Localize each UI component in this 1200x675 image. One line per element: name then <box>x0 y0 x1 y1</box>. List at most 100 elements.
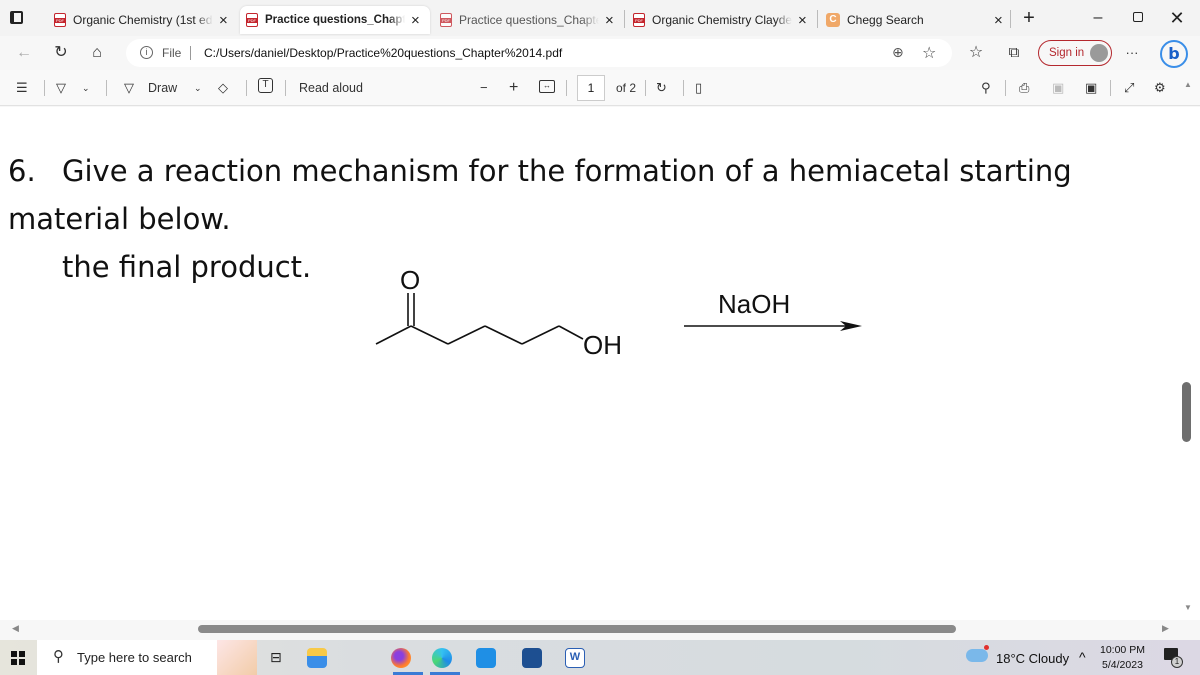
search-highlight-image <box>217 640 257 675</box>
rotate-icon[interactable]: ↻ <box>656 79 667 97</box>
minimize-button[interactable]: – <box>1088 8 1108 28</box>
tab-chegg-search[interactable]: C Chegg Search × <box>820 6 1010 34</box>
home-button[interactable]: ⌂ <box>87 44 107 62</box>
new-tab-button[interactable]: + <box>1019 8 1039 28</box>
bond-c4-c5 <box>484 325 523 345</box>
word-icon[interactable]: W <box>565 648 585 668</box>
tab-practice-questions[interactable]: Practice questions_Chapter 1 × <box>434 6 624 34</box>
system-clock[interactable]: 10:00 PM 5/4/2023 <box>1100 643 1145 673</box>
more-menu-button[interactable]: ··· <box>1122 44 1142 62</box>
reaction-arrow <box>684 321 862 331</box>
close-window-button[interactable]: ✕ <box>1167 8 1187 28</box>
collections-icon[interactable]: ⧉ <box>1004 44 1024 62</box>
pdf-toolbar: ☰ ▽ ⌄ ▽ Draw ⌄ ◇ T Read aloud − + ↔ 1 of… <box>0 70 1200 106</box>
show-hidden-icons-button[interactable]: ^ <box>1079 649 1086 665</box>
toolbar-divider <box>246 80 247 96</box>
restore-button[interactable] <box>1128 8 1148 28</box>
toolbar-divider <box>1005 80 1006 96</box>
workspaces-icon[interactable] <box>10 11 23 24</box>
close-tab-icon[interactable]: × <box>798 13 807 28</box>
page-number-input[interactable]: 1 <box>577 75 605 101</box>
search-icon[interactable]: ⚲ <box>981 79 991 97</box>
hydroxyl-label: OH <box>583 330 622 360</box>
fit-width-icon[interactable]: ↔ <box>539 80 555 93</box>
zoom-icon[interactable]: ⊕ <box>892 44 904 61</box>
clock-date: 5/4/2023 <box>1102 659 1143 671</box>
fullscreen-icon[interactable]: ⤢ <box>1124 79 1134 97</box>
pdf-icon <box>633 13 645 27</box>
windows-start-icon[interactable] <box>11 651 25 665</box>
horizontal-scrollbar[interactable]: ◀ ▶ <box>0 620 1200 637</box>
edge-icon[interactable] <box>432 648 452 668</box>
refresh-button[interactable]: ↻ <box>51 44 71 62</box>
task-view-icon[interactable]: ⊟ <box>270 649 282 666</box>
zoom-out-button[interactable]: − <box>480 79 488 97</box>
tab-divider <box>1010 10 1011 28</box>
molecule-skeleton <box>375 293 584 345</box>
weather-alert-dot <box>984 645 989 650</box>
close-tab-icon[interactable]: × <box>411 13 420 28</box>
scroll-left-arrow[interactable]: ◀ <box>12 623 19 634</box>
url-text[interactable]: C:/Users/daniel/Desktop/Practice%20quest… <box>204 46 562 60</box>
reaction-scheme <box>375 293 862 345</box>
tab-organic-chemistry-clayden[interactable]: Organic Chemistry Clayden S × <box>627 6 817 34</box>
add-favorite-icon[interactable]: ☆ <box>922 43 936 63</box>
add-text-icon[interactable]: T <box>258 78 273 93</box>
file-explorer-icon[interactable] <box>307 648 327 668</box>
pdf-icon <box>440 13 452 27</box>
bond-c3-c4 <box>447 325 486 345</box>
bond-c5-c6 <box>521 325 560 345</box>
avatar <box>1090 44 1108 62</box>
settings-icon[interactable]: ⚙ <box>1154 79 1166 97</box>
toolbar-divider <box>683 80 684 96</box>
tab-divider <box>624 10 625 28</box>
tab-practice-questions-active[interactable]: Practice questions_Chapter 1 × <box>240 6 430 34</box>
windows-taskbar: ⚲ Type here to search ⊟ W 18°C Cloudy ^ … <box>0 640 1200 675</box>
horizontal-scrollbar-thumb[interactable] <box>198 625 956 633</box>
url-divider <box>190 46 191 60</box>
zoom-in-button[interactable]: + <box>509 79 518 97</box>
weather-cloud-icon[interactable] <box>966 649 988 662</box>
highlight-icon[interactable]: ▽ <box>56 79 66 97</box>
pdf-page: 6. Give a reaction mechanism for the form… <box>0 107 1200 620</box>
sign-in-button[interactable]: Sign in <box>1038 40 1112 66</box>
mail-icon[interactable] <box>476 648 496 668</box>
toolbar-divider <box>44 80 45 96</box>
favorites-icon[interactable]: ☆ <box>966 44 986 62</box>
address-field[interactable]: i File C:/Users/daniel/Desktop/Practice%… <box>126 39 952 67</box>
reagent-label: NaOH <box>718 289 791 319</box>
weather-text[interactable]: 18°C Cloudy <box>996 651 1069 666</box>
microsoft-store-icon[interactable] <box>522 648 542 668</box>
page-view-icon[interactable]: ▯ <box>695 79 702 97</box>
bond-c2-c3 <box>410 325 449 345</box>
save-as-icon[interactable]: ▣ <box>1085 79 1097 97</box>
chegg-icon: C <box>826 13 840 27</box>
vertical-scrollbar-thumb[interactable] <box>1182 382 1191 442</box>
firefox-icon[interactable] <box>391 648 411 668</box>
print-icon[interactable]: ⎙ <box>1019 79 1029 97</box>
bond-c-oh <box>558 325 584 340</box>
draw-icon[interactable]: ▽ <box>124 79 134 97</box>
info-icon[interactable]: i <box>140 46 153 59</box>
read-aloud-button[interactable]: Read aloud <box>299 79 363 97</box>
draw-button[interactable]: Draw <box>148 79 177 97</box>
tab-organic-chemistry[interactable]: Organic Chemistry (1st editio × <box>48 6 238 34</box>
toolbar-divider <box>285 80 286 96</box>
scroll-up-arrow[interactable]: ▲ <box>1184 76 1192 94</box>
bing-copilot-icon[interactable]: b <box>1160 40 1188 68</box>
clock-time: 10:00 PM <box>1100 644 1145 656</box>
close-tab-icon[interactable]: × <box>605 13 614 28</box>
contents-icon[interactable]: ☰ <box>16 79 28 97</box>
back-button[interactable]: ← <box>14 44 34 62</box>
close-tab-icon[interactable]: × <box>219 13 228 28</box>
taskbar-search-box[interactable]: ⚲ Type here to search <box>37 640 257 675</box>
bond-methyl <box>375 325 412 345</box>
eraser-icon[interactable]: ◇ <box>218 79 228 97</box>
draw-dropdown-icon[interactable]: ⌄ <box>194 79 202 97</box>
close-tab-icon[interactable]: × <box>994 13 1003 28</box>
highlight-dropdown-icon[interactable]: ⌄ <box>82 79 90 97</box>
scroll-right-arrow[interactable]: ▶ <box>1162 623 1169 634</box>
save-icon[interactable]: ▣ <box>1052 79 1064 97</box>
scroll-down-arrow[interactable]: ▼ <box>1184 603 1192 612</box>
search-placeholder: Type here to search <box>77 650 192 665</box>
